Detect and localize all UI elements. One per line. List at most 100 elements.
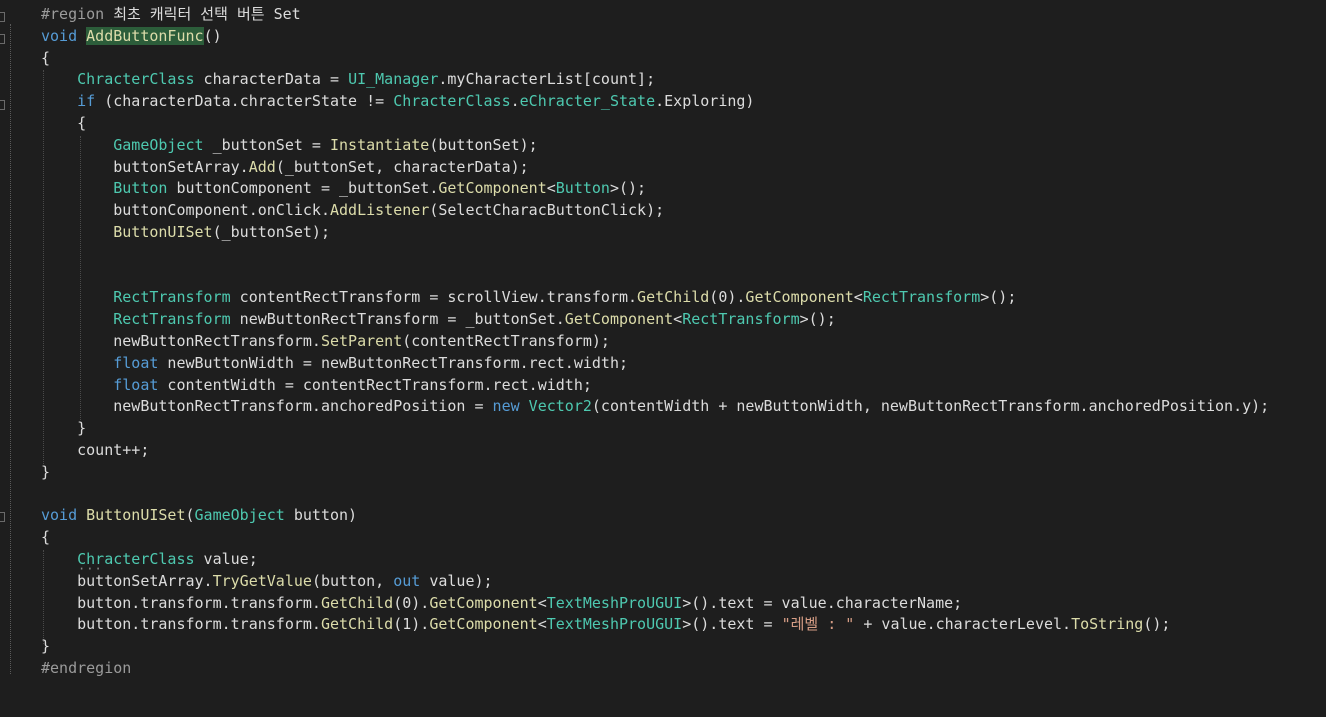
code-token: buttonSetArray. — [41, 157, 249, 176]
code-token: AddListener — [329, 201, 430, 220]
code-line[interactable]: ButtonUISet(_buttonSet); — [41, 222, 1269, 244]
code-line[interactable]: #endregion — [41, 658, 1269, 680]
highlighted-identifier: AddButtonFunc — [86, 26, 204, 45]
fold-toggle-region[interactable] — [0, 12, 5, 22]
code-token: GetComponent — [429, 593, 538, 612]
code-token: Instantiate — [330, 135, 430, 154]
code-token: (); — [1143, 615, 1171, 634]
code-token: TextMeshProUGUI — [546, 615, 683, 634]
code-token: >(); — [609, 179, 647, 198]
code-line[interactable]: #region 최초 캐릭터 선택 버튼 Set — [41, 4, 1269, 26]
code-token: ChracterClass — [77, 70, 195, 89]
code-token: >(); — [799, 310, 836, 329]
code-token: void — [41, 506, 87, 525]
code-token: GameObject — [113, 135, 204, 154]
code-line[interactable]: } — [41, 636, 1269, 658]
fold-toggle-button-ui-set[interactable] — [0, 512, 5, 522]
code-line[interactable]: float contentWidth = contentRectTransfor… — [41, 375, 1269, 397]
code-token: newButtonWidth = newButtonRectTransform.… — [158, 353, 629, 372]
code-token: new — [492, 397, 520, 416]
code-line[interactable]: buttonComponent.onClick.AddListener(Sele… — [41, 200, 1269, 222]
code-token: } — [41, 637, 51, 656]
code-token: 최초 캐릭터 선택 버튼 Set — [113, 5, 301, 23]
code-token: void — [41, 26, 87, 45]
code-line[interactable]: float newButtonWidth = newButtonRectTran… — [41, 353, 1269, 375]
code-token: GetComponent — [564, 310, 674, 329]
code-token: RectTransform — [113, 310, 231, 329]
code-text[interactable]: #region 최초 캐릭터 선택 버튼 Set void AddButtonFu… — [41, 4, 1269, 680]
suggestion-dots[interactable]: ··· — [78, 562, 103, 576]
code-line[interactable]: button.transform.transform.GetChild(1).G… — [41, 614, 1269, 636]
code-line[interactable]: count++; — [41, 440, 1269, 462]
code-token: >(); — [980, 288, 1017, 307]
code-line[interactable]: } — [41, 418, 1269, 440]
code-line[interactable]: { — [41, 113, 1269, 135]
code-token: ( — [185, 506, 195, 525]
code-token: ToString — [1071, 615, 1144, 634]
code-token: newButtonRectTransform = _buttonSet. — [230, 310, 565, 329]
code-token: _buttonSet = — [203, 135, 330, 154]
code-token: button.transform.transform. — [41, 593, 321, 612]
code-line[interactable]: GameObject _buttonSet = Instantiate(butt… — [41, 135, 1269, 157]
code-editor[interactable]: #region 최초 캐릭터 선택 버튼 Set void AddButtonFu… — [0, 0, 1326, 717]
code-line[interactable]: ChracterClass characterData = UI_Manager… — [41, 69, 1269, 91]
code-line[interactable]: RectTransform newButtonRectTransform = _… — [41, 309, 1269, 331]
code-token: { — [41, 48, 51, 67]
code-token: (contentWidth + newButtonWidth, newButto… — [591, 397, 1270, 416]
code-token: UI_Manager — [348, 70, 439, 89]
code-token: { — [41, 528, 51, 547]
code-token: #region — [41, 5, 114, 23]
code-line[interactable]: button.transform.transform.GetChild(0).G… — [41, 593, 1269, 615]
code-token: + value.characterLevel. — [854, 615, 1072, 634]
code-token: (_buttonSet); — [212, 222, 330, 241]
code-token: (SelectCharacButtonClick); — [429, 201, 665, 220]
code-token: Add — [248, 157, 276, 176]
code-line[interactable]: RectTransform contentRectTransform = scr… — [41, 287, 1269, 309]
code-line[interactable]: newButtonRectTransform.SetParent(content… — [41, 331, 1269, 353]
code-line[interactable] — [41, 244, 1269, 266]
code-token: Button — [555, 179, 610, 198]
code-token: newButtonRectTransform.anchoredPosition … — [41, 397, 493, 416]
code-line[interactable]: newButtonRectTransform.anchoredPosition … — [41, 396, 1269, 418]
code-line[interactable]: Button buttonComponent = _buttonSet.GetC… — [41, 178, 1269, 200]
code-token: ButtonUISet — [113, 222, 213, 241]
code-line[interactable]: buttonSetArray.Add(_buttonSet, character… — [41, 157, 1269, 179]
code-token: GetChild — [320, 593, 394, 612]
code-line[interactable]: void ButtonUISet(GameObject button) — [41, 505, 1269, 527]
code-token: out — [393, 571, 421, 590]
code-token: Button — [113, 179, 168, 198]
code-token: GetChild — [320, 615, 394, 634]
code-token: float — [113, 375, 159, 394]
fold-toggle-add-button-func[interactable] — [0, 34, 5, 44]
code-token: value); — [420, 571, 493, 590]
code-token: (button, — [311, 571, 394, 590]
code-token: "레벨 : " — [781, 615, 855, 634]
code-token: buttonSetArray. — [41, 571, 213, 590]
code-line[interactable] — [41, 484, 1269, 506]
code-token: < — [853, 288, 863, 307]
code-token: characterData = — [194, 70, 349, 89]
code-line[interactable]: { — [41, 527, 1269, 549]
code-token: if — [77, 92, 96, 111]
code-token: GetChild — [637, 288, 710, 307]
code-line[interactable]: ChracterClass value; — [41, 549, 1269, 571]
code-token: >().text = value.characterName; — [682, 593, 963, 612]
outline-bar — [10, 24, 11, 674]
code-line[interactable]: } — [41, 462, 1269, 484]
code-token: } — [41, 462, 51, 481]
code-line[interactable]: { — [41, 48, 1269, 70]
code-line[interactable]: buttonSetArray.TryGetValue(button, out v… — [41, 571, 1269, 593]
code-line[interactable]: if (characterData.chracterState != Chrac… — [41, 91, 1269, 113]
code-token: < — [537, 615, 547, 634]
code-line[interactable] — [41, 266, 1269, 288]
fold-toggle-if-block[interactable] — [0, 100, 5, 110]
code-token: RectTransform — [682, 310, 800, 329]
code-token: RectTransform — [862, 288, 981, 307]
code-token: .Exploring) — [655, 92, 755, 111]
code-token: GameObject — [194, 506, 285, 525]
code-line[interactable]: void AddButtonFunc() — [41, 26, 1269, 48]
